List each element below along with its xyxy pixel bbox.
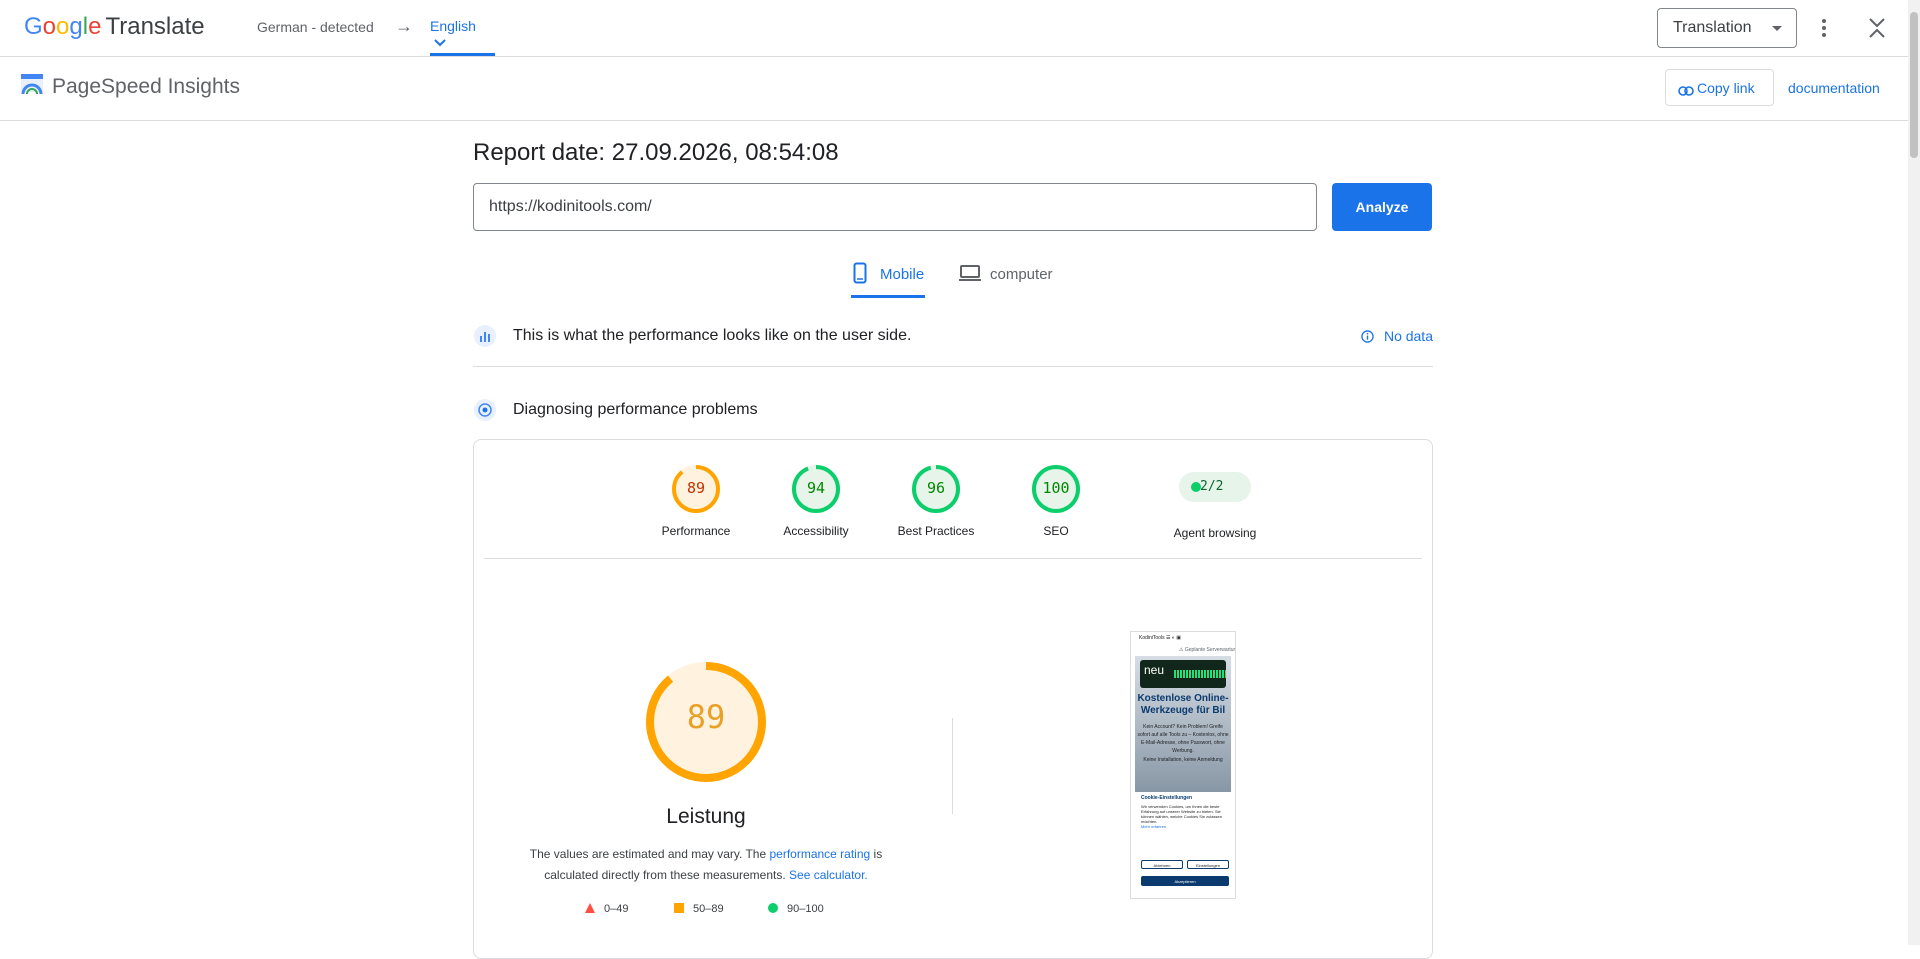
field-data-icon bbox=[474, 325, 496, 347]
screenshot-topbar: KodiniTools ☰ ◐ ▣ bbox=[1139, 635, 1181, 641]
scrollbar-thumb[interactable] bbox=[1910, 12, 1918, 158]
info-icon bbox=[1361, 330, 1374, 343]
agent-browsing-badge[interactable]: 2/2 bbox=[1179, 472, 1251, 502]
square-icon bbox=[674, 903, 684, 913]
triangle-icon bbox=[585, 903, 595, 913]
gauge-performance-label: Performance bbox=[661, 524, 731, 538]
performance-heading: Leistung bbox=[666, 805, 746, 828]
gauge-seo[interactable]: 100 SEO bbox=[996, 464, 1116, 544]
documentation-link[interactable]: documentation bbox=[1788, 80, 1880, 96]
analyze-button[interactable]: Analyze bbox=[1332, 183, 1432, 231]
tab-mobile-label: Mobile bbox=[880, 266, 925, 283]
no-data-label: No data bbox=[1383, 328, 1433, 344]
score-legend: 0–49 50–89 90–100 bbox=[584, 902, 844, 918]
field-data-section: This is what the performance looks like … bbox=[473, 318, 1433, 367]
agent-browsing-value: 2/2 bbox=[1200, 479, 1224, 494]
arrow-right-icon: → bbox=[395, 16, 413, 36]
gauge-best-practices-value: 96 bbox=[926, 479, 946, 497]
screenshot-cookie-buttons: Ablehnen Einstellungen bbox=[1141, 860, 1229, 870]
laptop-icon bbox=[959, 265, 981, 281]
target-language-label: English bbox=[430, 18, 476, 34]
score-gauges: 89 Performance 94 Accessibility 96 Best … bbox=[484, 440, 1422, 559]
gauge-performance[interactable]: 89 Performance bbox=[636, 464, 756, 544]
gauge-accessibility[interactable]: 94 Accessibility bbox=[756, 464, 876, 544]
vertical-divider bbox=[952, 718, 953, 814]
screenshot-heading: Kostenlose Online-Werkzeuge für Bil bbox=[1137, 693, 1229, 716]
chevron-down-icon bbox=[434, 39, 446, 47]
page-screenshot-thumbnail[interactable]: KodiniTools ☰ ◐ ▣ ⚠ Geplante Serverwartu… bbox=[1130, 631, 1236, 899]
translate-wordmark: Translate bbox=[105, 13, 205, 40]
psi-header: PageSpeed Insights Copy link documentati… bbox=[0, 57, 1908, 121]
gauge-best-practices-label: Best Practices bbox=[897, 524, 975, 538]
waveform-icon bbox=[1174, 670, 1226, 678]
dropdown-caret-icon bbox=[1772, 26, 1782, 31]
screenshot-accept: Akzeptieren bbox=[1141, 876, 1229, 886]
screenshot-cookie-text: Wir verwenden Cookies, um Ihnen die best… bbox=[1141, 804, 1222, 824]
performance-score: 89 bbox=[686, 698, 726, 736]
legend-poor: 0–49 bbox=[584, 902, 628, 915]
scrollbar[interactable] bbox=[1908, 0, 1920, 945]
legend-poor-label: 0–49 bbox=[604, 903, 629, 915]
gauge-seo-label: SEO bbox=[1043, 524, 1069, 538]
performance-description: The values are estimated and may vary. T… bbox=[514, 844, 898, 886]
legend-good-label: 90–100 bbox=[787, 903, 824, 915]
page-title: PageSpeed Insights bbox=[52, 75, 240, 98]
tab-computer-label: computer bbox=[990, 266, 1053, 283]
pagespeed-logo-icon[interactable] bbox=[19, 72, 45, 98]
see-calculator-link[interactable]: See calculator. bbox=[789, 868, 868, 882]
gauge-seo-value: 100 bbox=[1042, 479, 1070, 497]
tab-mobile[interactable]: Mobile bbox=[851, 258, 925, 298]
screenshot-cookie-more: Mehr erfahren bbox=[1141, 824, 1167, 829]
tab-computer[interactable]: computer bbox=[958, 258, 1058, 298]
screenshot-body-2: Keine Installation, keine Anmeldung bbox=[1143, 757, 1223, 763]
gauge-performance-value: 89 bbox=[686, 479, 706, 497]
translate-bar: Google Translate German - detected → Engl… bbox=[0, 0, 1908, 57]
copy-link-label: Copy link bbox=[1697, 80, 1755, 96]
translation-mode-select[interactable]: Translation bbox=[1657, 8, 1797, 48]
screenshot-reject: Ablehnen bbox=[1141, 860, 1183, 869]
legend-average-label: 50–89 bbox=[693, 903, 724, 915]
field-data-text: This is what the performance looks like … bbox=[513, 327, 912, 344]
report-date: Report date: 27.09.2026, 08:54:08 bbox=[473, 139, 839, 166]
legend-good: 90–100 bbox=[767, 902, 824, 915]
target-language-tab[interactable]: English bbox=[430, 12, 495, 56]
legend-average: 50–89 bbox=[673, 902, 724, 915]
url-input[interactable] bbox=[473, 183, 1317, 231]
no-data-link[interactable]: No data bbox=[1361, 328, 1433, 344]
google-translate-logo[interactable]: Google Translate bbox=[24, 13, 205, 41]
gauge-accessibility-value: 94 bbox=[806, 479, 826, 497]
agent-browsing-label: Agent browsing bbox=[1173, 526, 1257, 540]
screenshot-cookie-title: Cookie-Einstellungen bbox=[1141, 795, 1193, 801]
source-language[interactable]: German - detected bbox=[257, 19, 374, 35]
pass-dot-icon bbox=[1191, 482, 1201, 492]
diagnose-heading: Diagnosing performance problems bbox=[513, 401, 758, 418]
link-icon bbox=[1678, 86, 1694, 96]
performance-desc-text: The values are estimated and may vary. T… bbox=[529, 847, 770, 861]
screenshot-cookie-banner: Cookie-Einstellungen Wir verwenden Cookie… bbox=[1131, 792, 1235, 829]
smartphone-icon bbox=[853, 262, 867, 284]
screenshot-neu-banner: neu bbox=[1140, 660, 1226, 688]
screenshot-brand: KodiniTools bbox=[1139, 635, 1165, 641]
more-vert-icon[interactable] bbox=[1816, 16, 1832, 40]
translation-mode-label: Translation bbox=[1673, 19, 1752, 36]
screenshot-badge: neu bbox=[1144, 663, 1165, 677]
screenshot-body: Kein Account? Kein Problem! Greife sofor… bbox=[1137, 724, 1229, 754]
screenshot-hero: neu Kostenlose Online-Werkzeuge für Bil … bbox=[1135, 656, 1231, 792]
report-card: 89 Performance 94 Accessibility 96 Best … bbox=[473, 439, 1433, 959]
gauge-accessibility-label: Accessibility bbox=[783, 524, 849, 538]
circle-icon bbox=[768, 903, 778, 913]
gauge-best-practices[interactable]: 96 Best Practices bbox=[876, 464, 996, 544]
copy-link-button[interactable]: Copy link bbox=[1665, 69, 1774, 106]
screenshot-settings: Einstellungen bbox=[1187, 860, 1229, 869]
screenshot-warning: ⚠ Geplante Serverwartung: A bbox=[1179, 647, 1236, 653]
performance-rating-link[interactable]: performance rating bbox=[769, 847, 870, 861]
collapse-icon[interactable] bbox=[1866, 16, 1888, 40]
lab-data-icon bbox=[474, 399, 496, 421]
